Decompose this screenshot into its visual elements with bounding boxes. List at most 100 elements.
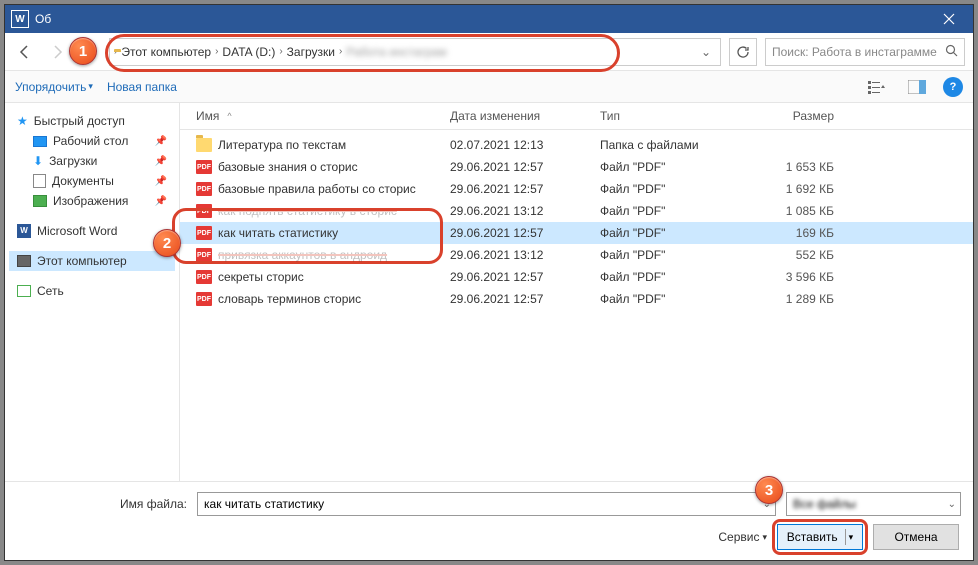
sidebar-word[interactable]: WMicrosoft Word	[9, 221, 175, 241]
chevron-right-icon: ›	[215, 46, 218, 57]
new-folder-button[interactable]: Новая папка	[107, 80, 177, 94]
organize-button[interactable]: Упорядочить ▾	[15, 80, 93, 94]
file-name-cell: Литература по текстам	[190, 138, 450, 152]
column-headers[interactable]: Имя^ Дата изменения Тип Размер	[180, 103, 973, 130]
network-icon	[17, 285, 31, 297]
close-button[interactable]	[927, 5, 971, 33]
file-size-cell: 169 КБ	[750, 226, 850, 240]
file-row[interactable]: PDFсекреты сторис29.06.2021 12:57Файл "P…	[180, 266, 973, 288]
file-row[interactable]: Литература по текстам02.07.2021 12:13Пап…	[180, 134, 973, 156]
breadcrumb-item[interactable]: DATA (D:)	[222, 45, 275, 59]
file-date-cell: 29.06.2021 13:12	[450, 204, 600, 218]
sidebar-desktop[interactable]: Рабочий стол📌	[9, 131, 175, 151]
file-row[interactable]: PDFбазовые знания о сторис29.06.2021 12:…	[180, 156, 973, 178]
file-list: Литература по текстам02.07.2021 12:13Пап…	[180, 130, 973, 481]
document-icon	[33, 174, 46, 188]
help-button[interactable]: ?	[943, 77, 963, 97]
sort-arrow-icon: ^	[227, 111, 231, 121]
image-icon	[33, 195, 47, 207]
chevron-down-icon[interactable]: ▾	[849, 532, 854, 543]
titlebar: W Об	[5, 5, 973, 33]
refresh-button[interactable]	[729, 38, 757, 66]
word-app-icon: W	[11, 10, 29, 28]
view-details-button[interactable]	[863, 76, 891, 98]
sidebar-images[interactable]: Изображения📌	[9, 191, 175, 211]
file-size-cell: 1 289 КБ	[750, 292, 850, 306]
file-row[interactable]: PDFбазовые правила работы со сторис29.06…	[180, 178, 973, 200]
pin-icon: 📌	[155, 136, 167, 147]
search-input[interactable]: Поиск: Работа в инстаграмме	[765, 38, 965, 66]
sidebar: ★Быстрый доступ Рабочий стол📌 ⬇Загрузки📌…	[5, 103, 180, 481]
file-type-cell: Папка с файлами	[600, 138, 750, 152]
chevron-right-icon: ›	[339, 46, 342, 57]
annotation-badge-2: 2	[153, 229, 181, 257]
breadcrumb[interactable]: › Этот компьютер › DATA (D:) › Загрузки …	[114, 45, 696, 59]
breadcrumb-item[interactable]: Загрузки	[287, 45, 335, 59]
nav-back-button[interactable]	[13, 40, 37, 64]
file-row[interactable]: PDFкак поднять статистику в сторис29.06.…	[180, 200, 973, 222]
word-icon: W	[17, 224, 31, 238]
file-name-cell: PDFбазовые знания о сторис	[190, 160, 450, 174]
address-dropdown-icon[interactable]: ⌄	[696, 45, 716, 59]
file-type-cell: Файл "PDF"	[600, 270, 750, 284]
file-name-cell: PDFсловарь терминов сторис	[190, 292, 450, 306]
file-size-cell: 552 КБ	[750, 248, 850, 262]
bottom-bar: Имя файла: как читать статистику ⌄ Все ф…	[5, 481, 973, 560]
file-date-cell: 29.06.2021 12:57	[450, 182, 600, 196]
pdf-icon: PDF	[196, 204, 212, 218]
file-type-cell: Файл "PDF"	[600, 182, 750, 196]
search-placeholder: Поиск: Работа в инстаграмме	[772, 45, 937, 59]
pdf-icon: PDF	[196, 182, 212, 196]
sidebar-downloads[interactable]: ⬇Загрузки📌	[9, 151, 175, 171]
download-icon: ⬇	[33, 154, 43, 168]
toolbar: Упорядочить ▾ Новая папка ?	[5, 71, 973, 103]
filename-input[interactable]: как читать статистику ⌄	[197, 492, 776, 516]
file-type-cell: Файл "PDF"	[600, 204, 750, 218]
file-size-cell: 1 653 КБ	[750, 160, 850, 174]
file-row[interactable]: PDFсловарь терминов сторис29.06.2021 12:…	[180, 288, 973, 310]
search-icon	[945, 44, 958, 60]
chevron-down-icon: ▾	[88, 81, 93, 92]
service-button[interactable]: Сервис ▾	[718, 530, 767, 544]
file-size-cell: 3 596 КБ	[750, 270, 850, 284]
file-name-cell: PDFсекреты сторис	[190, 270, 450, 284]
file-date-cell: 29.06.2021 13:12	[450, 248, 600, 262]
pdf-icon: PDF	[196, 160, 212, 174]
file-date-cell: 29.06.2021 12:57	[450, 226, 600, 240]
file-type-cell: Файл "PDF"	[600, 226, 750, 240]
file-filter-select[interactable]: Все файлы ⌄	[786, 492, 961, 516]
file-date-cell: 29.06.2021 12:57	[450, 292, 600, 306]
sidebar-quick-access[interactable]: ★Быстрый доступ	[9, 111, 175, 131]
column-name[interactable]: Имя^	[190, 109, 450, 123]
sidebar-documents[interactable]: Документы📌	[9, 171, 175, 191]
file-date-cell: 29.06.2021 12:57	[450, 270, 600, 284]
sidebar-this-pc[interactable]: Этот компьютер	[9, 251, 175, 271]
pdf-icon: PDF	[196, 270, 212, 284]
chevron-down-icon[interactable]: ⌄	[948, 499, 956, 510]
preview-pane-button[interactable]	[903, 76, 931, 98]
file-name-cell: PDFбазовые правила работы со сторис	[190, 182, 450, 196]
pc-icon	[17, 255, 31, 267]
address-bar[interactable]: › Этот компьютер › DATA (D:) › Загрузки …	[109, 38, 721, 66]
window-title: Об	[35, 12, 51, 26]
chevron-down-icon: ▾	[762, 532, 767, 543]
column-date[interactable]: Дата изменения	[450, 109, 600, 123]
insert-button[interactable]: Вставить ▾	[777, 524, 863, 550]
file-size-cell: 1 085 КБ	[750, 204, 850, 218]
annotation-badge-1: 1	[69, 37, 97, 65]
file-type-cell: Файл "PDF"	[600, 160, 750, 174]
pdf-icon: PDF	[196, 226, 212, 240]
cancel-button[interactable]: Отмена	[873, 524, 959, 550]
breadcrumb-item[interactable]: Этот компьютер	[121, 45, 211, 59]
column-size[interactable]: Размер	[750, 109, 850, 123]
sidebar-network[interactable]: Сеть	[9, 281, 175, 301]
pdf-icon: PDF	[196, 292, 212, 306]
nav-forward-button	[45, 40, 69, 64]
file-row[interactable]: PDFкак читать статистику29.06.2021 12:57…	[180, 222, 973, 244]
pin-icon: 📌	[155, 196, 167, 207]
file-type-cell: Файл "PDF"	[600, 292, 750, 306]
file-name-cell: PDFпривязка аккаунтов в андроид	[190, 248, 450, 262]
file-row[interactable]: PDFпривязка аккаунтов в андроид29.06.202…	[180, 244, 973, 266]
star-icon: ★	[17, 114, 28, 128]
column-type[interactable]: Тип	[600, 109, 750, 123]
